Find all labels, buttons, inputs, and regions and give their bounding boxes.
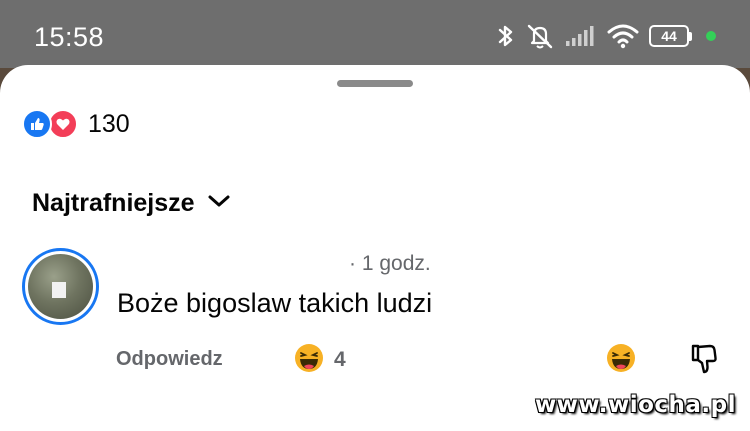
status-bar: 15:58 44	[0, 0, 750, 68]
drag-handle[interactable]	[337, 80, 413, 87]
mute-icon	[525, 22, 555, 50]
thumbs-down-icon[interactable]	[690, 343, 718, 380]
comments-sheet: 130 Najtrafniejsze · 1 godz. Boże bigosl…	[0, 65, 750, 431]
comment-time: · 1 godz.	[349, 252, 431, 275]
status-icons: 44	[497, 20, 716, 52]
chevron-down-icon	[207, 193, 231, 214]
haha-icon[interactable]	[294, 343, 324, 373]
reaction-count: 130	[88, 109, 130, 138]
reactions-summary[interactable]: 130	[22, 109, 130, 139]
love-icon	[48, 109, 78, 139]
battery-icon: 44	[649, 25, 692, 47]
charging-dot-icon	[706, 31, 716, 41]
bluetooth-icon	[497, 22, 515, 50]
status-time: 15:58	[34, 22, 105, 52]
reply-button[interactable]: Odpowiedz	[116, 348, 223, 371]
haha-icon[interactable]	[606, 343, 636, 373]
comment-text: Boże bigoslaw takich ludzi	[117, 288, 433, 318]
avatar[interactable]	[22, 248, 99, 325]
like-icon	[22, 109, 52, 139]
reaction-count-comment: 4	[334, 348, 346, 371]
battery-level: 44	[649, 25, 689, 47]
sort-label: Najtrafniejsze	[32, 189, 195, 217]
watermark: www.wiocha.pl	[534, 392, 736, 418]
wifi-icon	[607, 23, 639, 49]
cellular-signal-icon	[565, 24, 597, 48]
comment-sort-dropdown[interactable]: Najtrafniejsze	[32, 189, 231, 218]
